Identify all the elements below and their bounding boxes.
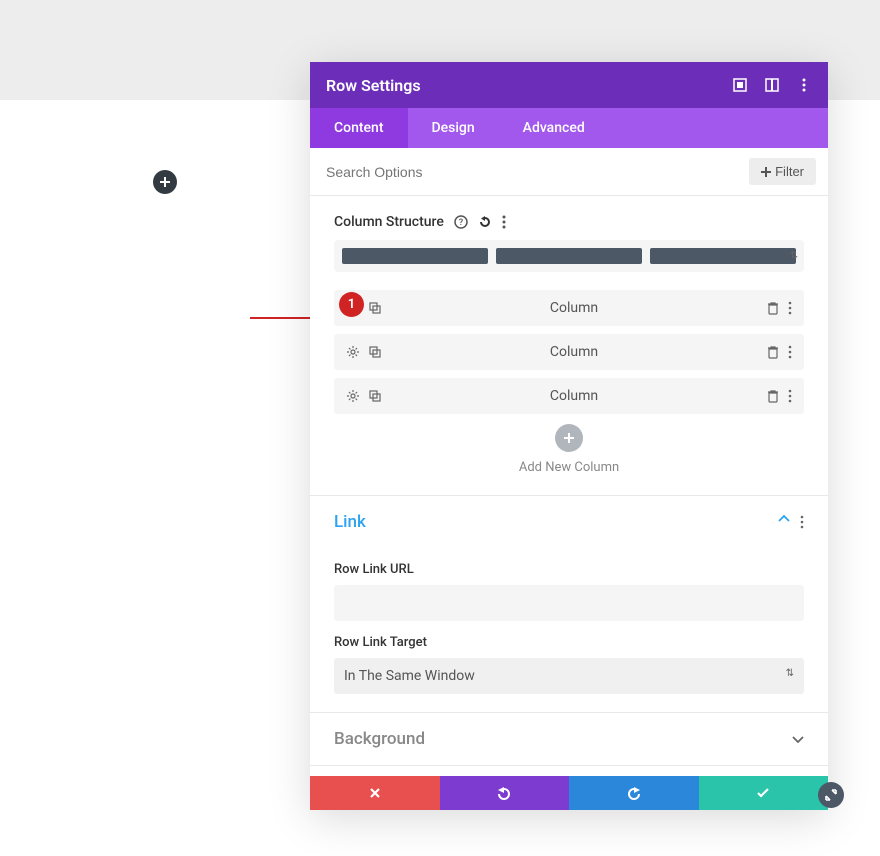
chevron-up-icon — [778, 515, 790, 523]
add-column-section: Add New Column — [334, 424, 804, 475]
row-settings-modal: Row Settings Content Design Advanced Fil… — [310, 62, 828, 810]
more-icon[interactable] — [796, 77, 812, 93]
row-link-target-label: Row Link Target — [334, 635, 804, 650]
background-accordion-header[interactable]: Background — [310, 713, 828, 765]
drag-icon[interactable] — [764, 77, 780, 93]
add-section-button[interactable] — [153, 170, 177, 194]
redo-button[interactable] — [569, 776, 699, 810]
plus-icon — [761, 167, 771, 177]
column-structure-selector[interactable]: ⇅ — [334, 240, 804, 272]
annotation-badge: 1 — [339, 292, 364, 317]
sort-icon: ⇅ — [790, 251, 798, 262]
tab-content[interactable]: Content — [310, 108, 408, 148]
background-title: Background — [334, 729, 792, 749]
content-area: Column Structure ? ⇅ Column — [310, 196, 828, 776]
column-row[interactable]: Column — [334, 290, 804, 326]
check-icon — [756, 787, 770, 799]
more-icon[interactable] — [502, 215, 506, 229]
trash-icon[interactable] — [766, 389, 780, 403]
column-block — [650, 248, 796, 264]
row-link-url-input[interactable] — [334, 585, 804, 621]
admin-label-accordion-header[interactable]: Admin Label — [310, 766, 828, 776]
add-column-label: Add New Column — [334, 460, 804, 475]
undo-icon[interactable] — [478, 215, 492, 229]
undo-icon — [496, 786, 512, 800]
duplicate-icon[interactable] — [368, 345, 382, 359]
link-body: Row Link URL Row Link Target In The Same… — [310, 562, 828, 712]
link-title: Link — [334, 512, 778, 532]
column-structure-label: Column Structure ? — [334, 214, 804, 230]
expand-icon[interactable] — [732, 77, 748, 93]
expand-fab[interactable] — [818, 782, 844, 808]
trash-icon[interactable] — [766, 301, 780, 315]
plus-icon — [563, 432, 575, 444]
undo-button[interactable] — [440, 776, 570, 810]
trash-icon[interactable] — [766, 345, 780, 359]
link-accordion-header[interactable]: Link — [310, 496, 828, 548]
help-icon[interactable]: ? — [454, 215, 468, 229]
more-icon[interactable] — [788, 345, 792, 359]
modal-header: Row Settings — [310, 62, 828, 108]
close-icon — [369, 787, 381, 799]
gear-icon[interactable] — [346, 389, 360, 403]
gear-icon[interactable] — [346, 345, 360, 359]
chevron-down-icon — [792, 735, 804, 743]
more-icon[interactable] — [788, 301, 792, 315]
column-row[interactable]: Column — [334, 378, 804, 414]
duplicate-icon[interactable] — [368, 389, 382, 403]
expand-arrows-icon — [824, 788, 838, 802]
row-link-url-label: Row Link URL — [334, 562, 804, 577]
filter-button[interactable]: Filter — [749, 158, 816, 185]
tabs: Content Design Advanced — [310, 108, 828, 148]
add-column-button[interactable] — [555, 424, 583, 452]
column-block — [342, 248, 488, 264]
search-row: Filter — [310, 148, 828, 196]
more-icon[interactable] — [788, 389, 792, 403]
column-label: Column — [382, 388, 766, 404]
svg-text:?: ? — [459, 218, 464, 228]
tab-advanced[interactable]: Advanced — [499, 108, 609, 148]
redo-icon — [626, 786, 642, 800]
row-link-target-select[interactable]: In The Same Window — [334, 658, 804, 694]
tab-design[interactable]: Design — [408, 108, 499, 148]
column-label: Column — [382, 344, 766, 360]
search-input[interactable] — [322, 160, 749, 184]
modal-footer — [310, 776, 828, 810]
plus-icon — [159, 176, 171, 188]
save-button[interactable] — [699, 776, 829, 810]
modal-title: Row Settings — [326, 76, 732, 95]
column-label: Column — [382, 300, 766, 316]
header-actions — [732, 77, 812, 93]
more-icon[interactable] — [800, 515, 804, 529]
cancel-button[interactable] — [310, 776, 440, 810]
duplicate-icon[interactable] — [368, 301, 382, 315]
column-block — [496, 248, 642, 264]
column-row[interactable]: Column — [334, 334, 804, 370]
